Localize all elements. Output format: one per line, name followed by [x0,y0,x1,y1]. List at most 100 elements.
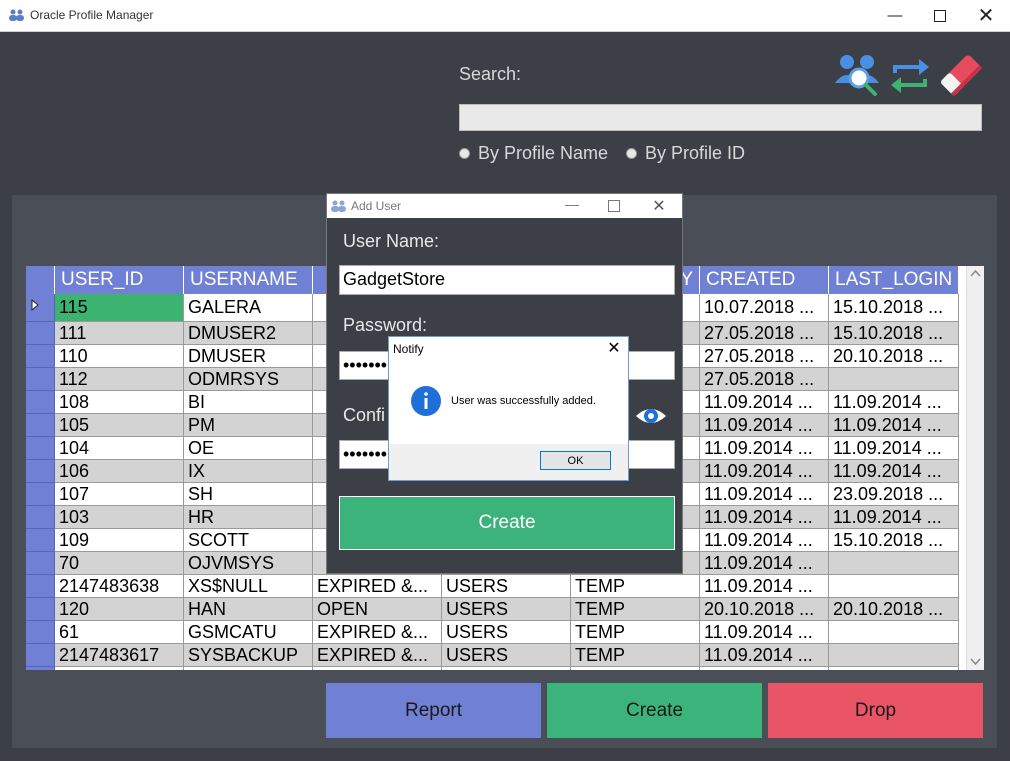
table-cell[interactable]: TEMP [570,574,700,598]
table-cell[interactable]: 11.09.2014 ... [828,390,960,414]
close-button[interactable]: ✕ [963,0,1009,31]
table-cell[interactable]: USERS [441,620,571,644]
table-cell[interactable]: 27.05.2018 ... [699,344,829,368]
table-row[interactable]: 2147483638 XS$NULL EXPIRED &... USERS TEMP 11… [26,574,960,598]
table-cell[interactable]: 11.09.2014 ... [699,528,829,552]
table-cell[interactable]: 11.09.2014 ... [699,620,829,644]
table-cell[interactable]: OJVMSYS [183,551,313,575]
table-cell[interactable]: OE [183,436,313,460]
table-cell[interactable]: 11.09.2014 ... [699,482,829,506]
table-cell[interactable]: 115 [54,294,184,322]
table-cell[interactable]: 2147483617 [54,643,184,667]
column-header[interactable]: USERNAME [183,266,313,294]
table-cell[interactable]: 61 [54,620,184,644]
table-cell[interactable]: 106 [54,459,184,483]
radio-dot-icon[interactable] [459,148,470,159]
table-cell[interactable]: PM [183,413,313,437]
table-cell[interactable]: 11.09.2014 ... [699,643,829,667]
table-cell[interactable]: 107 [54,482,184,506]
row-header[interactable] [26,643,55,667]
table-row[interactable]: 2147483617 SYSBACKUP EXPIRED &... USERS TEMP… [26,643,960,667]
table-cell[interactable]: 11.09.2014 ... [699,390,829,414]
column-header[interactable]: USER_ID [54,266,184,294]
column-header[interactable]: LAST_LOGIN [828,266,960,294]
table-cell[interactable]: 11.09.2014 ... [699,436,829,460]
table-cell[interactable]: EXPIRED &... [312,574,442,598]
radio-by-profile-id[interactable]: By Profile ID [626,143,745,164]
scroll-down-icon[interactable] [970,658,981,666]
table-cell[interactable]: USERS [441,597,571,621]
table-cell[interactable]: EXPIRED &... [312,643,442,667]
table-cell[interactable]: ODMRSYS [183,367,313,391]
table-cell[interactable]: 11.09.2014 ... [699,666,829,670]
table-cell[interactable]: 111 [54,321,184,345]
drop-button[interactable]: Drop [768,683,983,738]
radio-dot-icon[interactable] [626,148,637,159]
table-cell[interactable] [828,551,960,575]
table-cell[interactable]: 2147483638 [54,574,184,598]
search-input[interactable] [459,104,982,131]
table-cell[interactable]: GSMCATU [183,620,313,644]
table-cell[interactable]: 105 [54,413,184,437]
eraser-icon[interactable] [937,51,985,99]
table-cell[interactable]: 11.09.2014 ... [699,459,829,483]
column-header[interactable]: CREATED [699,266,829,294]
table-cell[interactable]: 120 [54,597,184,621]
row-header[interactable] [26,574,55,598]
users-search-icon[interactable] [835,53,883,97]
maximize-button[interactable] [917,0,963,31]
table-cell[interactable]: USERS [441,666,571,670]
row-header[interactable] [26,482,55,506]
table-cell[interactable]: 11.09.2014 ... [699,551,829,575]
table-cell[interactable]: 20.10.2018 ... [828,597,960,621]
minimize-button[interactable]: — [872,0,918,31]
table-cell[interactable]: 15.10.2018 ... [828,528,960,552]
row-header[interactable] [26,321,55,345]
eye-icon[interactable] [634,402,668,430]
table-cell[interactable]: 11.09.2014 ... [828,413,960,437]
table-cell[interactable]: TEMP [570,620,700,644]
report-button[interactable]: Report [326,683,541,738]
table-row[interactable]: 120 HAN OPEN USERS TEMP 20.10.2018 ... 20.10.2… [26,597,960,621]
table-cell[interactable]: 95 [54,666,184,670]
table-cell[interactable] [828,367,960,391]
add-user-close-button[interactable]: ✕ [649,196,669,216]
table-cell[interactable]: 10.07.2018 ... [699,294,829,322]
table-cell[interactable]: 11.09.2014 ... [699,413,829,437]
table-cell[interactable]: TEMP [570,597,700,621]
add-user-minimize-button[interactable]: — [562,196,582,216]
grid-vertical-scrollbar[interactable] [966,266,984,670]
table-cell[interactable]: 110 [54,344,184,368]
table-cell[interactable]: USERS [441,574,571,598]
table-cell[interactable] [828,643,960,667]
row-header[interactable] [26,390,55,414]
add-user-create-button[interactable]: Create [339,496,675,550]
row-header[interactable] [26,413,55,437]
notify-close-button[interactable]: ✕ [603,338,625,360]
table-cell[interactable]: 11.09.2014 ... [699,505,829,529]
table-cell[interactable]: SYSBACKUP [183,643,313,667]
table-cell[interactable]: TEMP [570,643,700,667]
table-cell[interactable]: HR [183,505,313,529]
table-cell[interactable]: 11.09.2014 ... [828,505,960,529]
table-cell[interactable]: 11.09.2014 ... [828,436,960,460]
table-cell[interactable]: 27.05.2018 ... [699,367,829,391]
table-cell[interactable]: TEMP [570,666,700,670]
table-cell[interactable]: 15.10.2018 ... [828,321,960,345]
table-cell[interactable]: 23.09.2018 ... [828,482,960,506]
row-header[interactable] [26,436,55,460]
table-cell[interactable]: XS$NULL [183,574,313,598]
table-cell[interactable]: 15.10.2018 ... [828,294,960,322]
table-row[interactable]: 61 GSMCATU EXPIRED &... USERS TEMP 11.09.2014… [26,620,960,644]
table-cell[interactable]: DMUSER [183,344,313,368]
row-header[interactable] [26,620,55,644]
table-cell[interactable]: SH [183,482,313,506]
table-row[interactable]: 95APEX_PUB...EXPIRED &...USERSTEMP11.09.… [26,666,960,670]
table-cell[interactable]: 109 [54,528,184,552]
table-cell[interactable]: USERS [441,643,571,667]
table-cell[interactable]: 20.10.2018 ... [699,597,829,621]
row-header[interactable] [26,597,55,621]
row-header[interactable] [26,505,55,529]
row-header[interactable] [26,459,55,483]
table-cell[interactable]: BI [183,390,313,414]
